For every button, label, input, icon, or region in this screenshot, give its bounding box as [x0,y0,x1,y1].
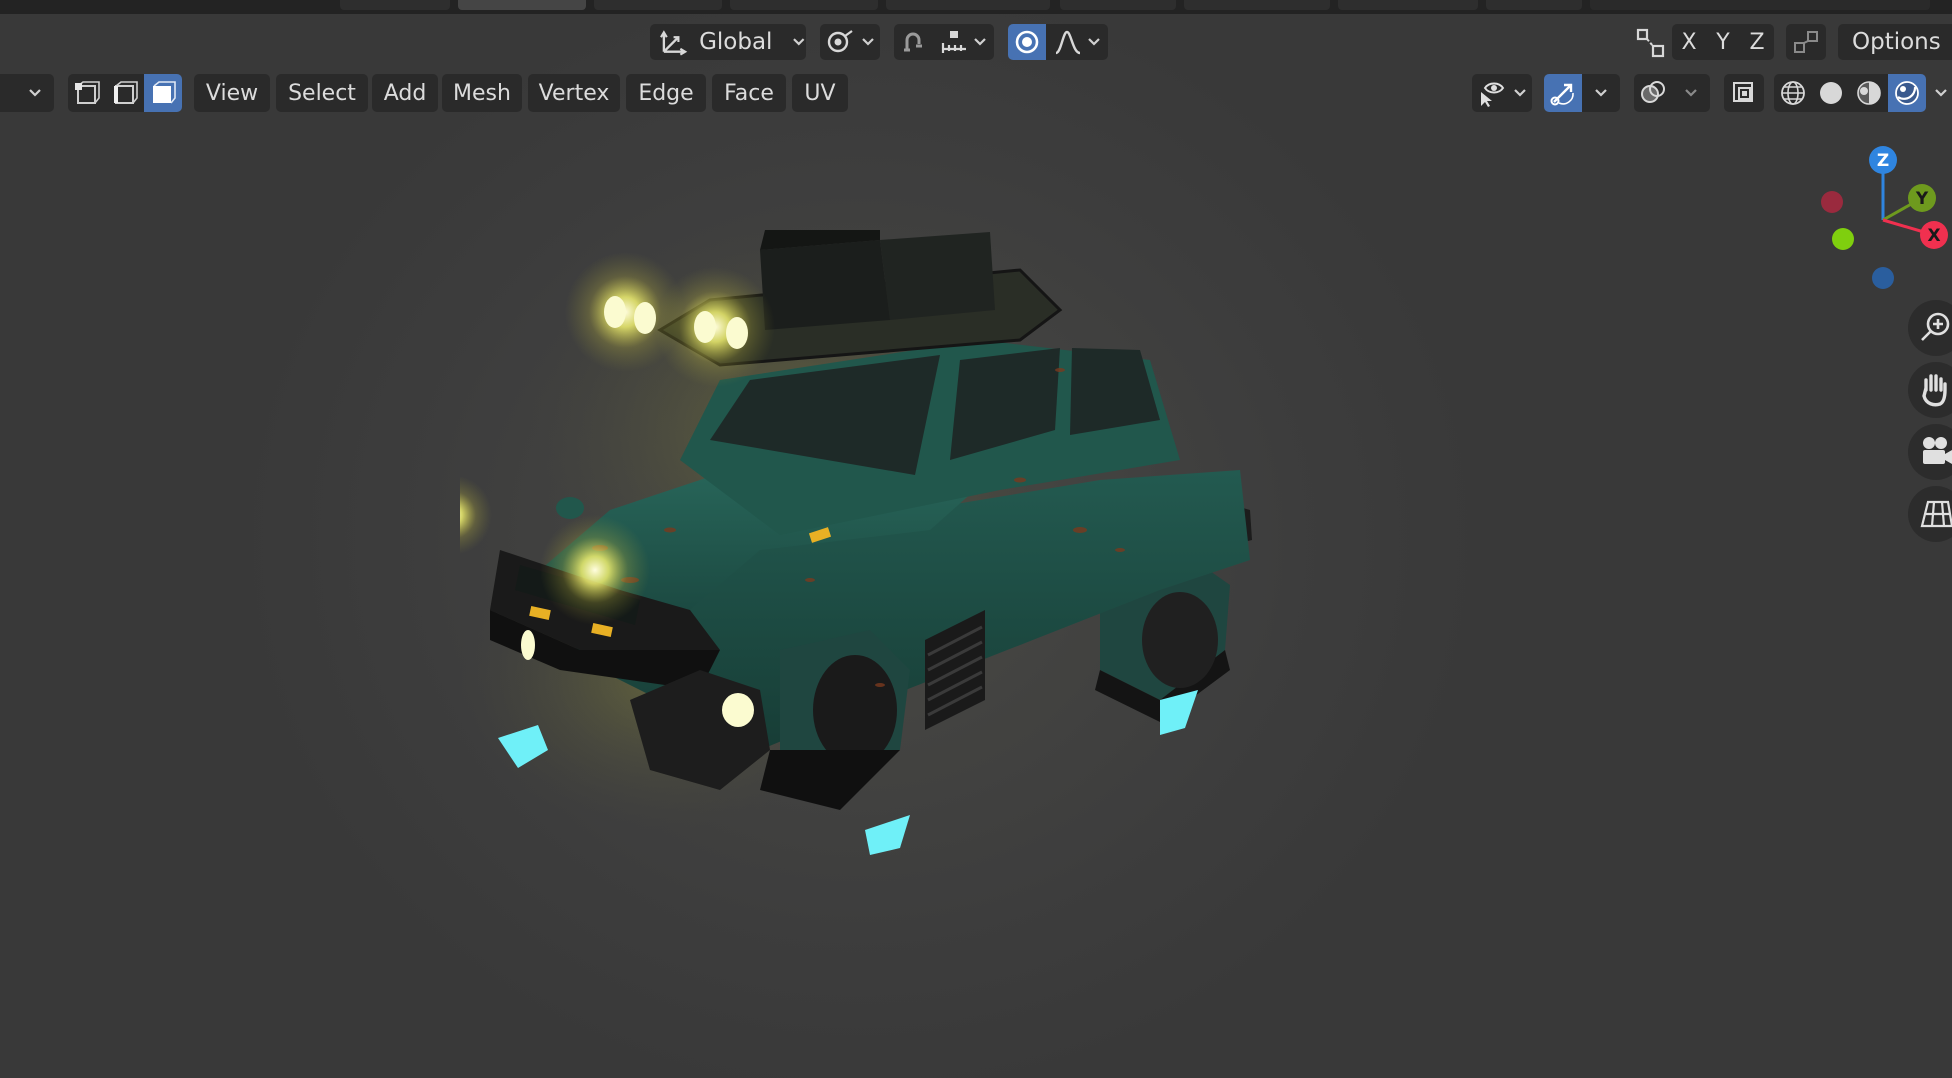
transform-affect-icon[interactable] [1634,26,1668,60]
proportional-editing-icon [1015,30,1039,54]
proportional-falloff-dropdown[interactable] [1046,24,1108,60]
gizmo-z-label: Z [1877,151,1889,171]
menu-edge[interactable]: Edge [626,74,706,112]
gizmo-neg-z-handle [1872,267,1894,289]
perspective-toggle-button[interactable] [1908,486,1952,542]
gizmo-neg-y-handle [1832,228,1854,250]
chevron-down-icon [974,38,986,46]
mirror-y-button[interactable]: Y [1706,24,1740,60]
transform-orientation-icon [660,30,688,56]
underglow-light-front-right [865,815,910,855]
chevron-down-icon [1088,38,1100,46]
rendered-shading-icon [1895,81,1919,105]
material-preview-icon [1857,81,1881,105]
chevron-down-icon [1595,89,1607,97]
gizmo-neg-x-handle [1821,191,1843,213]
gizmo-dropdown[interactable] [1582,74,1620,112]
xray-toggle-button[interactable] [1724,74,1764,112]
zoom-icon [1921,312,1950,341]
pivot-point-dropdown[interactable] [820,24,880,60]
options-label: Options [1852,29,1941,55]
menu-add[interactable]: Add [372,74,438,112]
vertex-select-mode-button[interactable] [68,74,106,112]
hand-pan-icon [1922,374,1947,407]
mirror-z-button[interactable]: Z [1740,24,1774,60]
visibility-icon [1481,82,1505,107]
overlay-icon [1641,81,1665,103]
chevron-down-icon [1514,89,1526,97]
solid-shading-icon [1820,82,1842,104]
snap-group [894,24,994,60]
wireframe-shading-icon [1781,81,1805,105]
selectability-visibility-dropdown[interactable] [1472,74,1532,112]
scene-selector[interactable] [1590,0,1930,10]
workspace-tab-active[interactable] [458,0,586,10]
wireframe-shading-button[interactable] [1774,74,1812,112]
gizmo-x-label: X [1927,226,1940,246]
chevron-down-icon [862,38,874,46]
chevron-down-icon [1685,89,1697,97]
falloff-curve-icon [1055,30,1081,55]
menu-face[interactable]: Face [712,74,786,112]
workspace-tab[interactable] [1060,0,1176,10]
mirror-axis-group: X Y Z [1672,24,1774,60]
gizmo-y-label: Y [1915,189,1929,209]
snap-toggle[interactable] [894,24,932,60]
menu-uv[interactable]: UV [792,74,848,112]
face-select-icon [153,81,176,104]
workspace-tab[interactable] [340,0,450,10]
proportional-editing-group [1008,24,1108,60]
menu-vertex[interactable]: Vertex [528,74,620,112]
face-select-mode-button[interactable] [144,74,182,112]
menu-mesh[interactable]: Mesh [442,74,522,112]
mirror-x-button[interactable]: X [1672,24,1706,60]
pan-button[interactable] [1908,362,1952,418]
workspace-tab-strip [0,0,1952,14]
transform-pivot-icon [827,30,853,53]
workspace-tab[interactable] [1338,0,1478,10]
edge-select-mode-button[interactable] [106,74,144,112]
workspace-tab[interactable] [886,0,1050,10]
gizmo-toggle-icon [1550,83,1574,106]
auto-merge-icon [1794,31,1818,53]
car-mesh-object[interactable] [460,230,1280,910]
menu-view[interactable]: View [194,74,270,112]
workspace-tab[interactable] [730,0,878,10]
navigation-gizmo[interactable]: Z Y X [1810,140,1952,300]
overlay-dropdown[interactable] [1672,74,1710,112]
perspective-grid-icon [1920,500,1952,528]
snap-icon [904,32,922,52]
transform-orientation-dropdown[interactable]: Global [650,24,806,60]
snap-target-dropdown[interactable] [932,24,994,60]
rendered-shading-button[interactable] [1888,74,1926,112]
chevron-down-icon [29,89,41,97]
proportional-editing-toggle[interactable] [1008,24,1046,60]
camera-view-icon [1923,437,1952,464]
xray-icon [1733,82,1753,102]
overlay-toggle-button[interactable] [1634,74,1672,112]
transform-orientation-label: Global [699,29,773,55]
options-dropdown[interactable]: Options [1838,24,1952,60]
material-preview-button[interactable] [1850,74,1888,112]
shading-options-chevron-icon[interactable] [1934,88,1948,98]
workspace-tab[interactable] [1184,0,1330,10]
gizmo-group [1544,74,1620,112]
menu-select[interactable]: Select [276,74,368,112]
overlay-group [1634,74,1710,112]
solid-shading-button[interactable] [1812,74,1850,112]
edge-select-icon [114,81,138,104]
chevron-down-icon [793,38,805,46]
auto-merge-button[interactable] [1786,24,1826,60]
shading-mode-group [1774,74,1926,112]
interaction-mode-dropdown[interactable] [0,74,54,112]
zoom-button[interactable] [1908,300,1952,356]
workspace-tab[interactable] [1486,0,1582,10]
3d-viewport[interactable]: Global X Y Z Options View Select Add Mes… [0,0,1952,1078]
vertex-select-icon [75,81,100,104]
gizmo-toggle-button[interactable] [1544,74,1582,112]
snap-increment-icon [941,31,966,53]
camera-view-button[interactable] [1908,424,1952,480]
workspace-tab[interactable] [594,0,722,10]
select-mode-group [68,74,182,112]
